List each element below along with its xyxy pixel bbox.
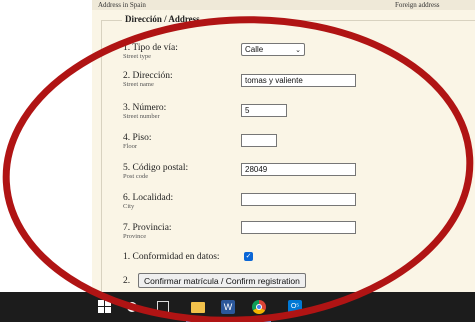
left-gutter [0, 0, 92, 292]
post-code-label: 5. Código postal: Post code [123, 163, 188, 180]
windows-taskbar: W O⁵ [0, 292, 475, 322]
street-name-input[interactable]: tomas y valiente [241, 74, 356, 87]
confirm-registration-button[interactable]: Confirmar matrícula / Confirm registrati… [138, 273, 306, 288]
street-number-input[interactable]: 5 [241, 104, 287, 117]
field-number: 5. [123, 163, 131, 173]
field-number: 1. [123, 43, 131, 53]
street-number-label: 3. Número: Street number [123, 103, 166, 120]
confirm-step-number: 2. [123, 276, 131, 286]
street-type-value: Calle [245, 45, 264, 54]
field-number: 6. [123, 193, 131, 203]
field-number: 1. [123, 252, 131, 262]
floor-input[interactable] [241, 134, 277, 147]
field-sublabel: Floor [123, 143, 138, 150]
field-label: Localidad: [132, 193, 174, 203]
field-sublabel: Street name [123, 81, 154, 88]
field-number: 2. [123, 71, 131, 81]
field-sublabel: Post code [123, 173, 149, 180]
chevron-down-icon: ⌄ [295, 46, 301, 54]
field-sublabel: Province [123, 233, 147, 240]
field-label: Código postal: [132, 163, 189, 173]
field-number: 3. [123, 103, 131, 113]
task-view-icon[interactable] [157, 301, 169, 313]
field-label: Conformidad en datos: [132, 252, 220, 262]
field-number: 7. [123, 223, 131, 233]
address-section-legend: Dirección / Address [122, 14, 203, 24]
province-label: 7. Provincia: Province [123, 223, 172, 240]
windows-start-icon[interactable] [98, 300, 112, 314]
field-label: Número: [132, 103, 167, 113]
province-input[interactable] [241, 221, 356, 234]
street-type-select[interactable]: Calle ⌄ [241, 43, 305, 56]
field-label: Dirección: [132, 71, 173, 81]
city-input[interactable] [241, 193, 356, 206]
data-conformity-checkbox[interactable]: ✓ [244, 252, 253, 261]
file-explorer-icon[interactable] [191, 302, 205, 313]
field-sublabel: City [123, 203, 135, 210]
post-code-input[interactable]: 28049 [241, 163, 356, 176]
foreign-address-label: Foreign address [395, 1, 440, 9]
city-label: 6. Localidad: City [123, 193, 173, 210]
field-sublabel: Street number [123, 113, 160, 120]
chrome-icon[interactable] [252, 300, 266, 314]
field-label: Piso: [132, 133, 152, 143]
search-icon[interactable] [127, 302, 137, 312]
field-label: Provincia: [132, 223, 172, 233]
outlook-icon[interactable]: O⁵ [288, 300, 302, 314]
street-type-label: 1. Tipo de vía: Street type [123, 43, 178, 60]
word-icon[interactable]: W [221, 300, 235, 314]
field-number: 4. [123, 133, 131, 143]
street-name-label: 2. Dirección: Street name [123, 71, 173, 88]
data-conformity-label: 1. Conformidad en datos: [123, 252, 220, 262]
address-in-spain-label: Address in Spain [98, 1, 146, 9]
field-label: Tipo de vía: [132, 43, 178, 53]
field-sublabel: Street type [123, 53, 151, 60]
floor-label: 4. Piso: Floor [123, 133, 152, 150]
